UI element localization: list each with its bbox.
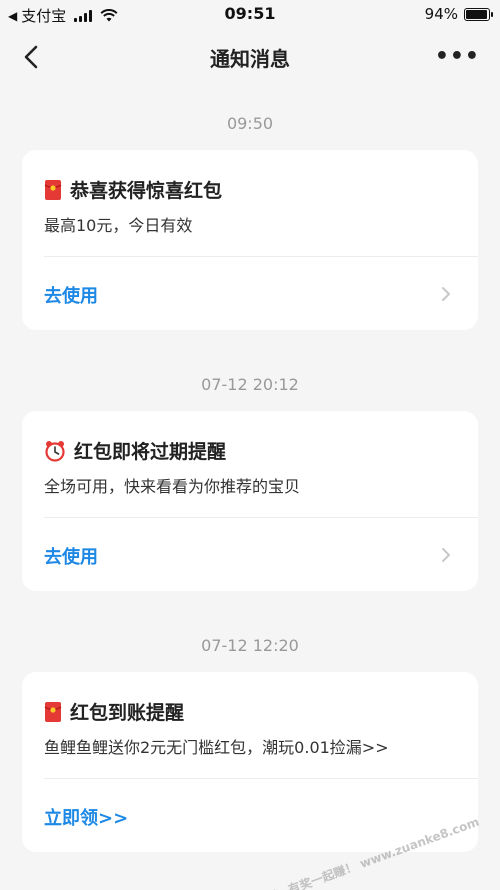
message-time: 09:50 bbox=[226, 114, 274, 133]
notification-card[interactable]: 恭喜获得惊喜红包 最高10元，今日有效 去使用 bbox=[22, 150, 478, 330]
use-button[interactable]: 去使用 bbox=[44, 282, 98, 308]
claim-now-button[interactable]: 立即领>> bbox=[44, 804, 128, 830]
message-time: 07-12 12:20 bbox=[201, 636, 299, 655]
chevron-right-icon bbox=[442, 287, 450, 301]
battery-percent: 94% bbox=[424, 5, 458, 23]
card-body: 全场可用，快来看看为你推荐的宝贝 bbox=[44, 477, 301, 496]
battery-status: 94% bbox=[424, 5, 493, 23]
divider bbox=[44, 256, 478, 257]
card-title: 红包即将过期提醒 bbox=[74, 441, 227, 463]
card-body: 鱼鲤鱼鲤送你2元无门槛红包，潮玩0.01捡漏>> bbox=[44, 738, 389, 757]
nav-bar: 通知消息 ••• bbox=[0, 30, 500, 84]
red-packet-icon bbox=[44, 179, 62, 200]
notification-card[interactable]: 红包即将过期提醒 全场可用，快来看看为你推荐的宝贝 去使用 bbox=[22, 411, 478, 591]
battery-icon bbox=[464, 7, 493, 21]
page-title: 通知消息 bbox=[210, 47, 290, 71]
divider bbox=[44, 778, 478, 779]
card-title: 红包到账提醒 bbox=[70, 702, 185, 724]
chevron-right-icon bbox=[442, 548, 450, 562]
status-bar: ◀ 支付宝 09:51 94% bbox=[0, 0, 500, 30]
message-time: 07-12 20:12 bbox=[201, 375, 299, 394]
card-title: 恭喜获得惊喜红包 bbox=[70, 180, 223, 202]
red-packet-icon bbox=[44, 701, 62, 722]
alarm-clock-icon bbox=[45, 440, 65, 462]
card-body: 最高10元，今日有效 bbox=[44, 216, 193, 235]
use-button[interactable]: 去使用 bbox=[44, 543, 98, 569]
more-options-icon[interactable]: ••• bbox=[435, 44, 480, 69]
divider bbox=[44, 517, 478, 518]
notification-card[interactable]: 红包到账提醒 鱼鲤鱼鲤送你2元无门槛红包，潮玩0.01捡漏>> 立即领>> bbox=[22, 672, 478, 852]
